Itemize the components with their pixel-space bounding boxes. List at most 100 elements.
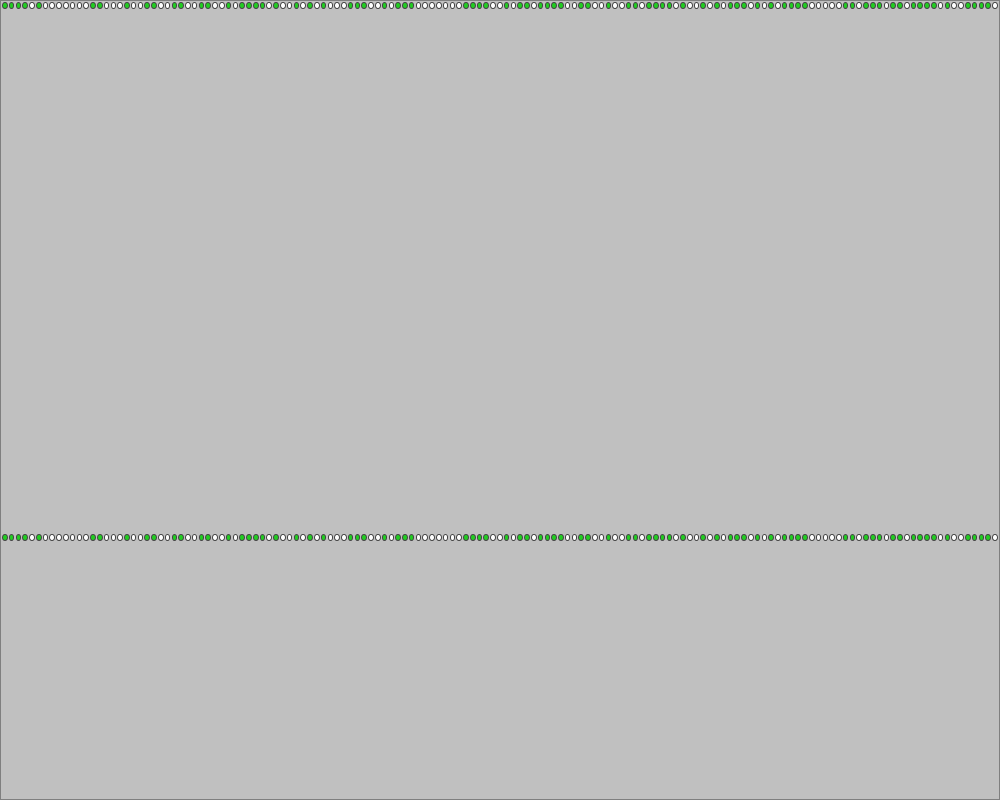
led-indicator-icon (591, 2, 598, 9)
led-indicator-icon (429, 2, 435, 9)
led-indicator-icon (402, 534, 408, 541)
led-indicator-icon (849, 2, 856, 9)
led-indicator-icon (571, 534, 578, 541)
led-indicator-icon (354, 534, 361, 541)
led-indicator-icon (924, 2, 930, 9)
led-indicator-icon (951, 2, 957, 9)
led-indicator-icon (870, 2, 876, 9)
led-indicator-icon (761, 534, 768, 541)
led-indicator-icon (978, 534, 985, 541)
led-indicator-icon (883, 534, 890, 541)
led-indicator-icon (96, 2, 103, 9)
led-indicator-icon (958, 2, 964, 9)
led-indicator-icon (408, 534, 415, 541)
led-indicator-icon (22, 2, 28, 9)
led-indicator-icon (619, 534, 625, 541)
led-indicator-icon (734, 534, 740, 541)
led-indicator-icon (876, 534, 883, 541)
led-indicator-icon (361, 2, 367, 9)
led-indicator-icon (530, 2, 537, 9)
led-indicator-icon (273, 534, 279, 541)
led-indicator-icon (456, 534, 462, 541)
led-indicator-icon (985, 2, 991, 9)
led-indicator-icon (700, 534, 707, 541)
led-indicator-icon (836, 2, 842, 9)
led-indicator-icon (863, 534, 869, 541)
led-indicator-icon (144, 2, 150, 9)
led-indicator-icon (829, 2, 835, 9)
led-indicator-icon (646, 2, 652, 9)
led-indicator-icon (863, 2, 869, 9)
led-indicator-icon (897, 2, 903, 9)
led-indicator-icon (985, 534, 991, 541)
led-indicator-icon (368, 534, 374, 541)
led-indicator-icon (931, 2, 937, 9)
led-indicator-icon (653, 534, 659, 541)
led-indicator-icon (22, 534, 28, 541)
led-indicator-icon (327, 534, 334, 541)
led-indicator-icon (490, 2, 496, 9)
led-indicator-icon (612, 534, 618, 541)
led-indicator-icon (571, 2, 578, 9)
led-indicator-icon (551, 2, 557, 9)
led-indicator-icon (605, 2, 612, 9)
led-indicator-icon (924, 534, 930, 541)
led-indicator-icon (680, 2, 686, 9)
led-indicator-icon (347, 534, 354, 541)
led-indicator-icon (415, 2, 422, 9)
led-indicator-icon (585, 534, 591, 541)
led-indicator-icon (890, 2, 896, 9)
led-indicator-icon (741, 534, 747, 541)
led-indicator-icon (836, 534, 842, 541)
led-indicator-icon (761, 2, 768, 9)
led-indicator-icon (266, 534, 273, 541)
led-indicator-icon (964, 534, 971, 541)
led-indicator-icon (259, 534, 266, 541)
led-indicator-icon (76, 534, 83, 541)
led-indicator-icon (320, 534, 327, 541)
led-indicator-icon (856, 2, 863, 9)
led-indicator-icon (8, 534, 15, 541)
led-indicator-icon (537, 2, 544, 9)
led-indicator-icon (63, 534, 69, 541)
led-indicator-icon (313, 534, 320, 541)
led-indicator-icon (103, 2, 110, 9)
led-indicator-icon (83, 2, 89, 9)
led-indicator-icon (870, 534, 876, 541)
led-indicator-icon (252, 534, 259, 541)
led-indicator-icon (157, 534, 164, 541)
led-indicator-icon (646, 534, 652, 541)
led-indicator-icon (497, 534, 503, 541)
led-indicator-icon (822, 2, 829, 9)
led-indicator-icon (992, 2, 998, 9)
led-indicator-icon (300, 2, 306, 9)
led-indicator-icon (436, 534, 442, 541)
led-indicator-icon (2, 534, 8, 541)
led-indicator-icon (775, 2, 781, 9)
led-indicator-icon (653, 2, 659, 9)
led-indicator-icon (544, 534, 551, 541)
led-indicator-icon (666, 2, 673, 9)
led-indicator-icon (768, 2, 774, 9)
led-indicator-icon (964, 2, 971, 9)
led-indicator-icon (449, 534, 456, 541)
led-indicator-icon (978, 2, 985, 9)
led-indicator-icon (659, 2, 666, 9)
led-indicator-icon (191, 534, 198, 541)
led-indicator-icon (524, 534, 530, 541)
led-indicator-icon (686, 534, 693, 541)
led-indicator-icon (449, 2, 456, 9)
led-indicator-icon (205, 534, 212, 541)
led-indicator-icon (307, 534, 313, 541)
led-indicator-icon (971, 534, 978, 541)
led-indicator-icon (944, 2, 951, 9)
led-indicator-icon (15, 534, 22, 541)
led-indicator-icon (286, 534, 293, 541)
led-indicator-icon (788, 534, 795, 541)
led-indicator-icon (327, 2, 334, 9)
led-indicator-icon (876, 2, 883, 9)
led-indicator-icon (917, 534, 924, 541)
led-indicator-icon (374, 2, 381, 9)
led-indicator-icon (849, 534, 856, 541)
main-window (0, 0, 1000, 800)
